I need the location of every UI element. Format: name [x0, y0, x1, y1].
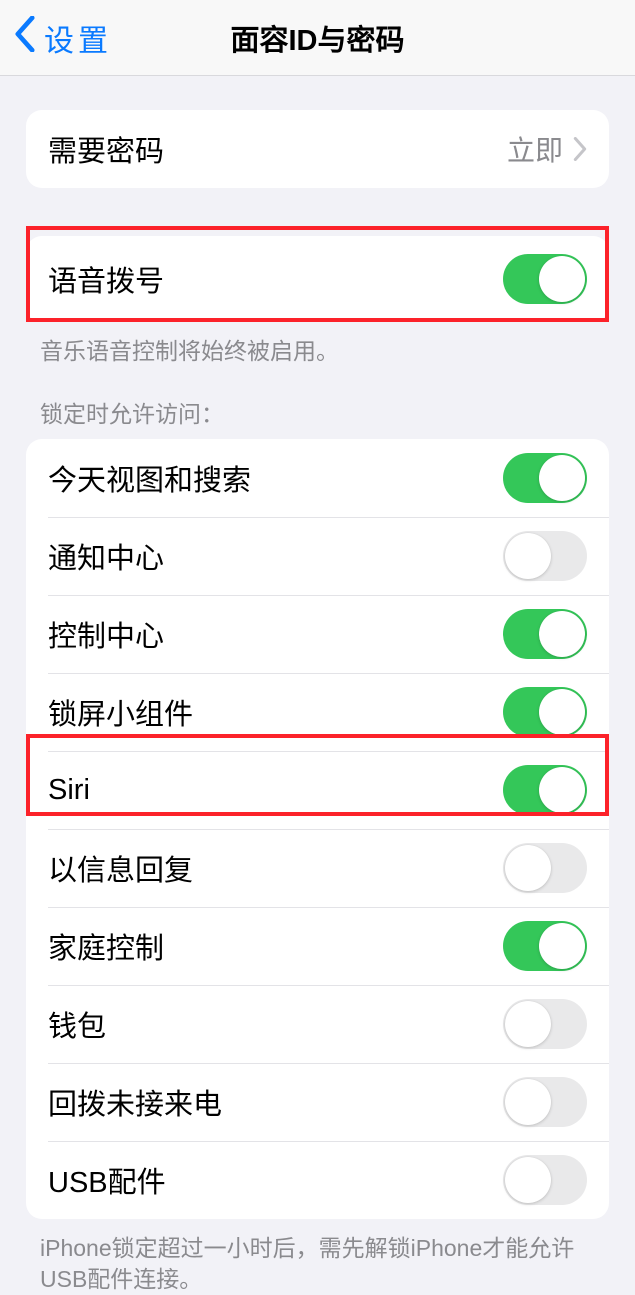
locked-access-item-toggle[interactable]	[503, 453, 587, 503]
locked-access-group: 今天视图和搜索通知中心控制中心锁屏小组件 Siri 以信息回复家庭控制钱包回拨未接来…	[26, 439, 609, 1219]
voice-dial-footer: 音乐语音控制将始终被启用。	[40, 336, 595, 367]
locked-access-item-toggle[interactable]	[503, 1077, 587, 1127]
locked-access-item-toggle[interactable]	[503, 843, 587, 893]
locked-access-item-toggle[interactable]	[503, 1155, 587, 1205]
require-passcode-label: 需要密码	[48, 128, 507, 170]
locked-access-item-label: USB配件	[48, 1159, 503, 1201]
locked-access-item-toggle[interactable]	[503, 609, 587, 659]
locked-access-item-toggle[interactable]	[503, 531, 587, 581]
locked-access-item-label: 锁屏小组件	[48, 691, 503, 733]
back-button[interactable]: 设置	[0, 16, 112, 60]
locked-access-footer: iPhone锁定超过一小时后，需先解锁iPhone才能允许USB配件连接。	[40, 1233, 595, 1295]
locked-access-row: 以信息回复	[26, 829, 609, 907]
voice-dial-group: 语音拨号	[26, 236, 609, 322]
locked-access-header: 锁定时允许访问：	[40, 395, 595, 429]
locked-access-item-label: Siri	[48, 774, 503, 807]
locked-access-item-label: 钱包	[48, 1003, 503, 1045]
locked-access-row: 家庭控制	[26, 907, 609, 985]
locked-access-item-label: 通知中心	[48, 535, 503, 577]
voice-dial-toggle[interactable]	[503, 254, 587, 304]
locked-access-item-label: 以信息回复	[48, 847, 503, 889]
locked-access-row: 控制中心	[26, 595, 609, 673]
locked-access-item-label: 控制中心	[48, 613, 503, 655]
chevron-right-icon	[573, 137, 587, 161]
locked-access-item-label: 回拨未接来电	[48, 1081, 503, 1123]
locked-access-item-label: 家庭控制	[48, 925, 503, 967]
require-passcode-group: 需要密码 立即	[26, 110, 609, 188]
navbar: 设置 面容ID与密码	[0, 0, 635, 76]
locked-access-row: 通知中心	[26, 517, 609, 595]
voice-dial-row: 语音拨号	[26, 236, 609, 322]
back-label: 设置	[44, 16, 112, 60]
require-passcode-value: 立即	[507, 129, 563, 169]
locked-access-item-toggle[interactable]	[503, 765, 587, 815]
require-passcode-row[interactable]: 需要密码 立即	[26, 110, 609, 188]
voice-dial-label: 语音拨号	[48, 258, 503, 300]
locked-access-item-toggle[interactable]	[503, 999, 587, 1049]
locked-access-row: 今天视图和搜索	[26, 439, 609, 517]
locked-access-row: Siri	[26, 751, 609, 829]
locked-access-item-toggle[interactable]	[503, 687, 587, 737]
locked-access-row: 钱包	[26, 985, 609, 1063]
locked-access-row: USB配件	[26, 1141, 609, 1219]
chevron-left-icon	[14, 16, 36, 60]
locked-access-row: 锁屏小组件	[26, 673, 609, 751]
locked-access-item-label: 今天视图和搜索	[48, 457, 503, 499]
locked-access-item-toggle[interactable]	[503, 921, 587, 971]
locked-access-row: 回拨未接来电	[26, 1063, 609, 1141]
